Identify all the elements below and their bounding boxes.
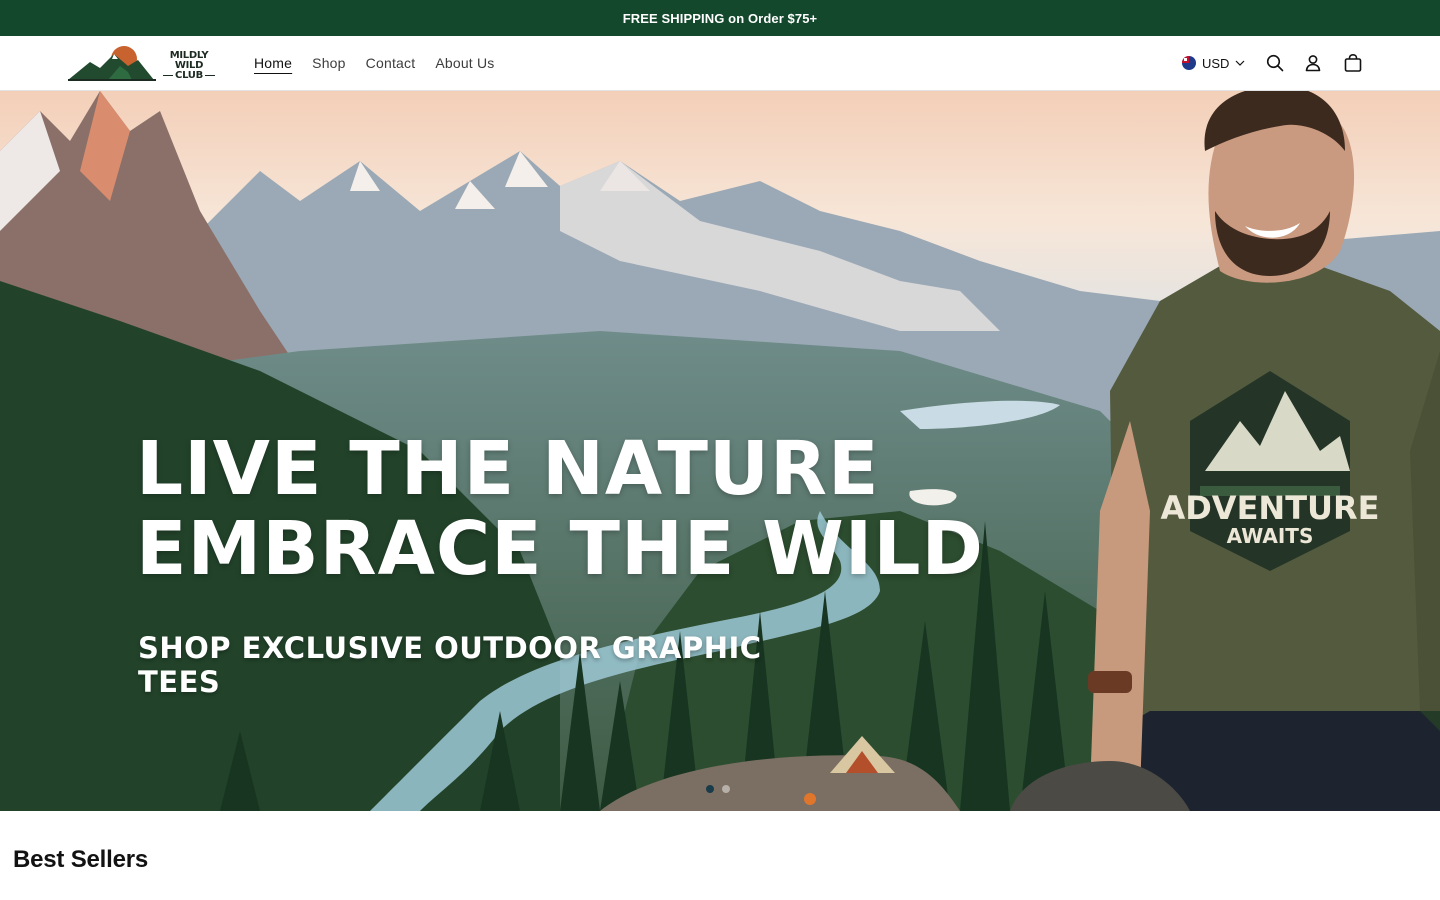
hero-banner[interactable]: ADVENTURE AWAITS LIVE THE NATURE EMBRACE… — [0, 91, 1440, 811]
brand-wordmark: MILDLY WILD CLUB — [156, 51, 222, 81]
site-header: MILDLY WILD CLUB Home Shop Contact About… — [0, 36, 1440, 91]
best-sellers-heading: Best Sellers — [13, 846, 149, 873]
hero-subtitle: SHOP EXCLUSIVE OUTDOOR GRAPHIC TEES — [138, 631, 762, 699]
brand-line2: CLUB — [175, 70, 203, 81]
currency-label: USD — [1202, 55, 1230, 71]
brand-line1: MILDLY WILD — [169, 50, 209, 71]
shirt-print-line2: AWAITS — [1227, 524, 1314, 548]
flag-icon — [1182, 56, 1196, 70]
main-nav: Home Shop Contact About Us — [254, 36, 495, 90]
slideshow-dots — [706, 785, 730, 793]
currency-selector[interactable]: USD — [1182, 53, 1245, 73]
hero-title-line1: LIVE THE NATURE — [136, 426, 880, 512]
search-icon[interactable] — [1263, 51, 1287, 75]
chevron-down-icon — [1235, 60, 1245, 66]
nav-home[interactable]: Home — [254, 51, 292, 75]
account-icon[interactable] — [1301, 51, 1325, 75]
brand-line2-wrap: CLUB — [156, 71, 222, 81]
nav-contact[interactable]: Contact — [366, 51, 416, 75]
cart-icon[interactable] — [1341, 51, 1365, 75]
hero-headline: LIVE THE NATURE EMBRACE THE WILD — [136, 429, 996, 589]
slide-dot-1[interactable] — [706, 785, 714, 793]
shirt-print-line1: ADVENTURE — [1160, 489, 1379, 527]
hero-title-line2: EMBRACE THE WILD — [136, 506, 984, 592]
nav-shop[interactable]: Shop — [312, 51, 346, 75]
slide-dot-2[interactable] — [722, 785, 730, 793]
announcement-text: FREE SHIPPING on Order $75+ — [622, 10, 818, 26]
announcement-bar: FREE SHIPPING on Order $75+ — [0, 0, 1440, 36]
brand-logo[interactable]: MILDLY WILD CLUB — [68, 42, 222, 84]
nav-about-us[interactable]: About Us — [435, 51, 494, 75]
